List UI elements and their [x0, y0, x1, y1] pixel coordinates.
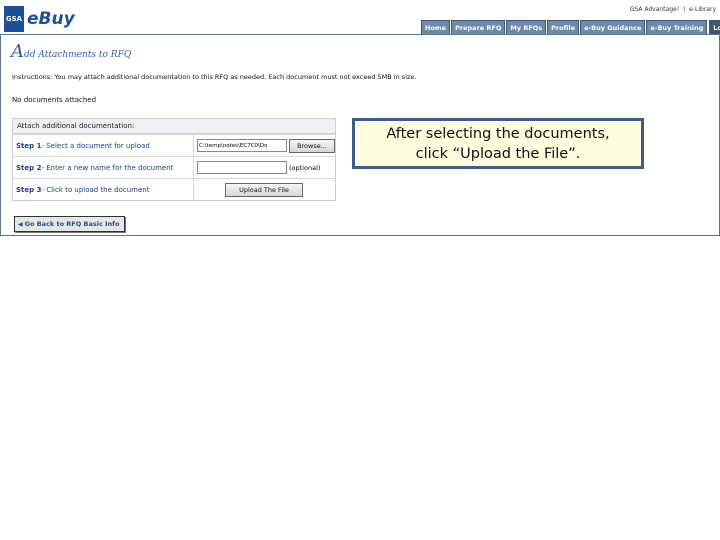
page-title-rest: dd Attachments to RFQ [24, 50, 132, 60]
page-title-initial: A [11, 41, 24, 62]
instruction-callout: After selecting the documents, click “Up… [352, 118, 644, 169]
top-links: GSA Advantage! | e-Library [630, 6, 716, 13]
log-off-button[interactable]: Log Off [709, 20, 720, 35]
optional-label: (optional) [289, 163, 321, 172]
step-1-label: Step 1 - Select a document for upload [13, 135, 194, 156]
document-name-input[interactable] [197, 161, 287, 174]
instructions-text: Instructions: You may attach additional … [12, 73, 417, 81]
main-nav: Home Prepare RFQ My RFQs Profile e-Buy G… [421, 20, 720, 35]
tab-my-rfqs[interactable]: My RFQs [506, 20, 547, 34]
callout-line-2: click “Upload the File”. [415, 145, 581, 162]
step-3-prefix: Step 3 [16, 185, 42, 194]
step-2-text: - Enter a new name for the document [41, 163, 174, 172]
tab-home[interactable]: Home [421, 20, 451, 34]
back-button-label: Go Back to RFQ Basic Info [24, 220, 120, 228]
browse-button[interactable]: Browse... [289, 138, 335, 153]
back-arrow-icon: ◀ [18, 220, 23, 228]
callout-line-1: After selecting the documents, [386, 125, 610, 142]
step-2-label: Step 2 - Enter a new name for the docume… [13, 157, 194, 178]
tab-ebuy-guidance[interactable]: e-Buy Guidance [580, 20, 646, 34]
attach-steps-table: Attach additional documentation: Step 1 … [12, 118, 336, 201]
ebuy-logo-text: eBuy [27, 9, 75, 29]
steps-heading: Attach additional documentation: [13, 119, 335, 134]
step-2-prefix: Step 2 [16, 163, 42, 172]
link-separator: | [683, 6, 686, 13]
step-3-text: - Click to upload the document [41, 185, 150, 194]
step-3-row: Step 3 - Click to upload the document Up… [13, 178, 335, 200]
e-library-link[interactable]: e-Library [689, 6, 716, 13]
back-to-rfq-button[interactable]: ◀ Go Back to RFQ Basic Info [14, 216, 125, 232]
gsa-logo-mark: GSA [4, 6, 24, 32]
step-3-label: Step 3 - Click to upload the document [13, 179, 194, 200]
gsa-ebuy-logo[interactable]: GSA eBuy [4, 6, 75, 32]
tab-ebuy-training[interactable]: e-Buy Training [646, 20, 708, 34]
file-path-input[interactable]: C:\temp\notes\EC7C0\Do [197, 139, 287, 152]
no-documents-text: No documents attached [12, 96, 97, 104]
step-1-text: - Select a document for upload [41, 141, 150, 150]
step-1-row: Step 1 - Select a document for upload C:… [13, 134, 335, 156]
step-2-row: Step 2 - Enter a new name for the docume… [13, 156, 335, 178]
upload-file-button[interactable]: Upload The File [225, 182, 303, 197]
tab-prepare-rfq[interactable]: Prepare RFQ [451, 20, 506, 34]
step-1-prefix: Step 1 [16, 141, 42, 150]
gsa-advantage-link[interactable]: GSA Advantage! [630, 6, 679, 13]
tab-profile[interactable]: Profile [547, 20, 580, 34]
page-title: Add Attachments to RFQ [11, 41, 131, 62]
